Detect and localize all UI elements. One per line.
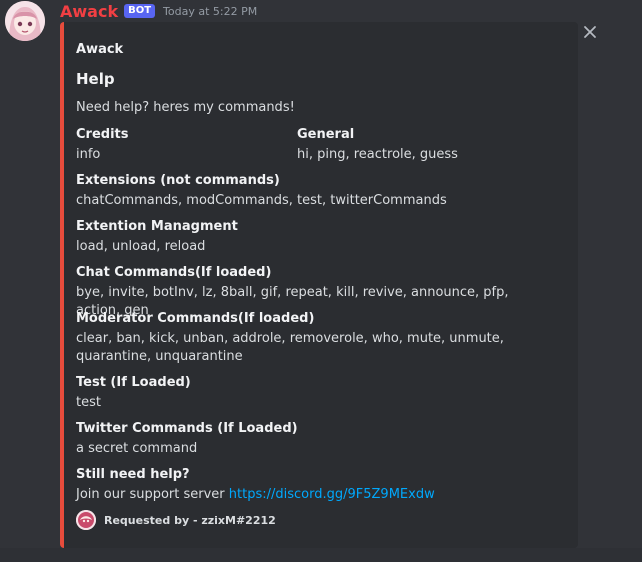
embed-footer: Requested by - zzixM#2212 (76, 510, 276, 530)
embed-accent-bar (60, 22, 64, 548)
field-name: Extention Managment (76, 219, 238, 234)
field-name: Chat Commands(If loaded) (76, 265, 272, 280)
field-name: Credits (76, 127, 129, 142)
field-credits: Credits info (76, 126, 276, 164)
footer-text: Requested by - zzixM#2212 (104, 513, 276, 527)
help-embed: Awack Help Need help? heres my commands!… (60, 22, 578, 548)
field-value: Join our support server https://discord.… (76, 486, 546, 504)
field-value: test (76, 395, 101, 410)
embed-author: Awack (76, 42, 124, 57)
field-name: Still need help? (76, 467, 190, 482)
field-twitter-commands: Twitter Commands (If Loaded) a secret co… (76, 420, 496, 458)
field-value: clear, ban, kick, unban, addrole, remove… (76, 331, 504, 364)
message-header: Awack BOT Today at 5:22 PM (60, 1, 257, 21)
embed-title: Help (76, 70, 115, 88)
field-name: Twitter Commands (If Loaded) (76, 421, 298, 436)
field-value: hi, ping, reactrole, guess (297, 147, 458, 162)
field-extensions: Extensions (not commands) chatCommands, … (76, 172, 496, 210)
support-server-link[interactable]: https://discord.gg/9F5Z9MExdw (229, 487, 435, 502)
field-name: Extensions (not commands) (76, 173, 280, 188)
bot-avatar[interactable] (5, 1, 45, 41)
field-value: info (76, 147, 101, 162)
support-text: Join our support server (76, 487, 225, 502)
message-timestamp: Today at 5:22 PM (163, 4, 258, 18)
requester-avatar-icon (76, 510, 96, 530)
field-name: Test (If Loaded) (76, 375, 191, 390)
username[interactable]: Awack (60, 2, 118, 21)
field-value: a secret command (76, 441, 198, 456)
field-extension-management: Extention Managment load, unload, reload (76, 218, 496, 256)
field-value: load, unload, reload (76, 239, 206, 254)
field-name: General (297, 127, 355, 142)
anime-girl-avatar-icon (5, 1, 45, 41)
field-name: Moderator Commands(If loaded) (76, 311, 315, 326)
field-still-need-help: Still need help? Join our support server… (76, 466, 546, 504)
field-general: General hi, ping, reactrole, guess (297, 126, 517, 164)
field-test: Test (If Loaded) test (76, 374, 496, 412)
field-value: chatCommands, modCommands, test, twitter… (76, 193, 447, 208)
embed-description: Need help? heres my commands! (76, 100, 295, 115)
close-icon[interactable] (581, 23, 599, 41)
field-moderator-commands: Moderator Commands(If loaded) clear, ban… (76, 310, 546, 366)
bot-badge: BOT (124, 4, 156, 18)
chat-divider (0, 548, 642, 562)
